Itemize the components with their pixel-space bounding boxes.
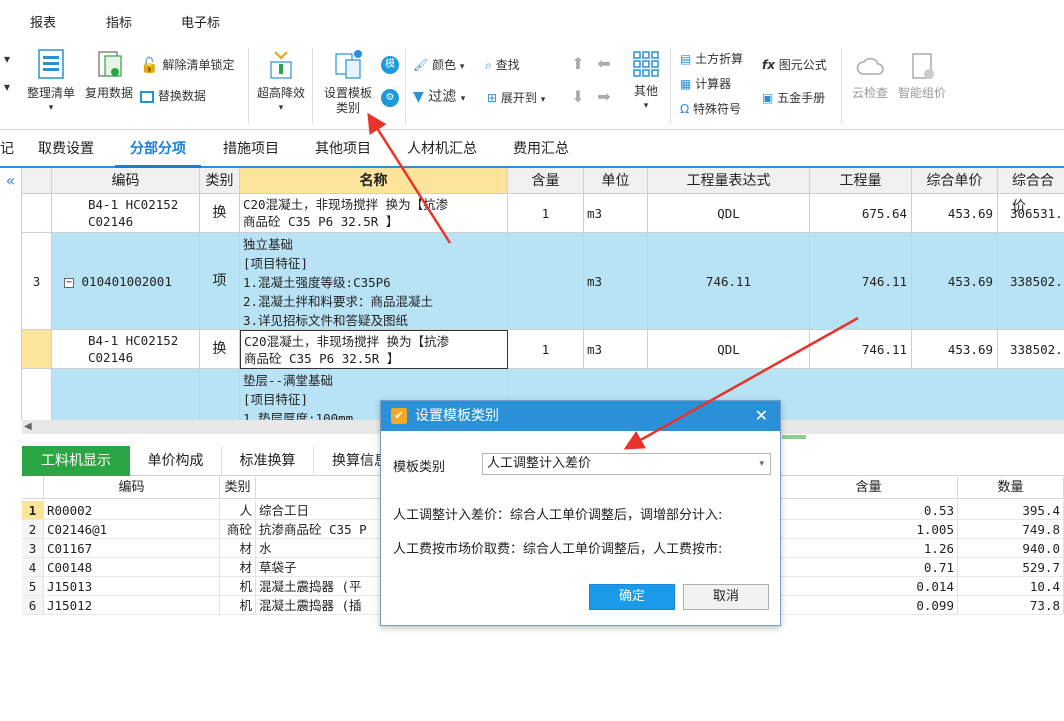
arrow-to-set-template xyxy=(367,112,452,244)
annotation-arrows xyxy=(367,112,859,450)
arrow-to-category-select xyxy=(623,316,859,450)
